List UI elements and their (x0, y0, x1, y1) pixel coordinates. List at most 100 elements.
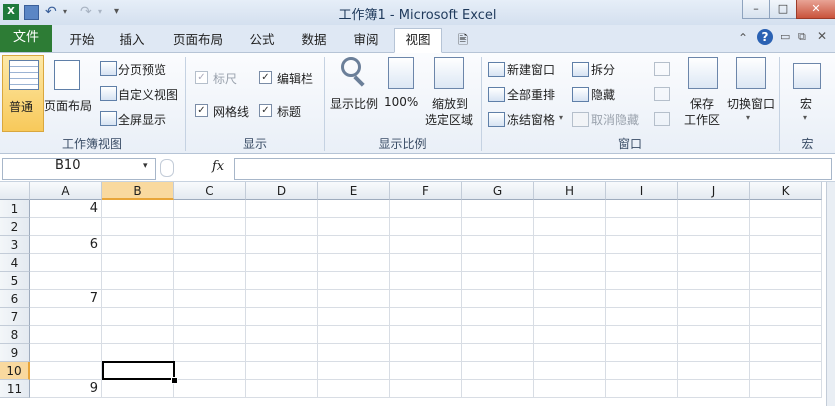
tab-page-layout[interactable]: 页面布局 (165, 29, 231, 51)
cell-b7[interactable] (102, 308, 174, 326)
cell-f9[interactable] (390, 344, 462, 362)
cell-j7[interactable] (678, 308, 750, 326)
select-all-corner[interactable] (0, 182, 30, 200)
workbook-restore-icon[interactable]: ⧉ (798, 30, 806, 44)
cell-a9[interactable] (30, 344, 102, 362)
close-button[interactable]: ✕ (796, 0, 835, 19)
save-workspace-label-1[interactable]: 保存 (690, 95, 714, 112)
cell-e10[interactable] (318, 362, 390, 380)
cell-e8[interactable] (318, 326, 390, 344)
active-cell-border[interactable] (102, 361, 175, 380)
cell-g9[interactable] (462, 344, 534, 362)
cell-h3[interactable] (534, 236, 606, 254)
cell-g11[interactable] (462, 380, 534, 398)
cell-g8[interactable] (462, 326, 534, 344)
row-header-1[interactable]: 1 (0, 200, 30, 218)
cell-b2[interactable] (102, 218, 174, 236)
row-header-4[interactable]: 4 (0, 254, 30, 272)
cell-h8[interactable] (534, 326, 606, 344)
column-header-a[interactable]: A (30, 182, 102, 200)
cell-k2[interactable] (750, 218, 822, 236)
column-header-b[interactable]: B (102, 182, 174, 200)
cell-f3[interactable] (390, 236, 462, 254)
macros-button[interactable]: 宏 (800, 95, 812, 112)
cell-f4[interactable] (390, 254, 462, 272)
formula-bar-checkbox[interactable]: ✓ (259, 71, 272, 84)
row-header-3[interactable]: 3 (0, 236, 30, 254)
insert-function-button[interactable]: fx (212, 159, 224, 174)
cell-i6[interactable] (606, 290, 678, 308)
cell-a4[interactable] (30, 254, 102, 272)
cell-a1[interactable]: 4 (30, 200, 102, 218)
tab-formulas[interactable]: 公式 (240, 29, 284, 51)
tab-insert[interactable]: 插入 (110, 29, 154, 51)
cell-f8[interactable] (390, 326, 462, 344)
cell-a8[interactable] (30, 326, 102, 344)
cell-d1[interactable] (246, 200, 318, 218)
cell-i8[interactable] (606, 326, 678, 344)
cell-j10[interactable] (678, 362, 750, 380)
cell-d6[interactable] (246, 290, 318, 308)
cell-e7[interactable] (318, 308, 390, 326)
cell-i2[interactable] (606, 218, 678, 236)
row-header-6[interactable]: 6 (0, 290, 30, 308)
cell-f5[interactable] (390, 272, 462, 290)
zoom-selection-label-2[interactable]: 选定区域 (425, 111, 473, 128)
cell-a11[interactable]: 9 (30, 380, 102, 398)
column-header-f[interactable]: F (390, 182, 462, 200)
cell-a2[interactable] (30, 218, 102, 236)
cell-i9[interactable] (606, 344, 678, 362)
save-workspace-label-2[interactable]: 工作区 (684, 111, 720, 128)
cell-a6[interactable]: 7 (30, 290, 102, 308)
cell-k10[interactable] (750, 362, 822, 380)
cell-h5[interactable] (534, 272, 606, 290)
cell-h9[interactable] (534, 344, 606, 362)
cell-c8[interactable] (174, 326, 246, 344)
cell-d11[interactable] (246, 380, 318, 398)
cell-j5[interactable] (678, 272, 750, 290)
row-header-11[interactable]: 11 (0, 380, 30, 398)
tab-home[interactable]: 开始 (60, 29, 104, 51)
cell-c5[interactable] (174, 272, 246, 290)
cell-h4[interactable] (534, 254, 606, 272)
row-header-7[interactable]: 7 (0, 308, 30, 326)
cell-j11[interactable] (678, 380, 750, 398)
cell-k6[interactable] (750, 290, 822, 308)
cell-c1[interactable] (174, 200, 246, 218)
cell-i11[interactable] (606, 380, 678, 398)
cell-k9[interactable] (750, 344, 822, 362)
workbook-minimize-icon[interactable]: ▭ (780, 30, 790, 43)
cell-e4[interactable] (318, 254, 390, 272)
cell-g6[interactable] (462, 290, 534, 308)
column-header-j[interactable]: J (678, 182, 750, 200)
cell-i7[interactable] (606, 308, 678, 326)
cell-i1[interactable] (606, 200, 678, 218)
cell-k11[interactable] (750, 380, 822, 398)
cell-g4[interactable] (462, 254, 534, 272)
page-break-preview-button[interactable]: 分页预览 (118, 61, 166, 78)
cell-b9[interactable] (102, 344, 174, 362)
cell-j6[interactable] (678, 290, 750, 308)
hide-button[interactable]: 隐藏 (591, 86, 615, 103)
cell-k8[interactable] (750, 326, 822, 344)
cell-c3[interactable] (174, 236, 246, 254)
cell-d9[interactable] (246, 344, 318, 362)
worksheet-grid[interactable]: A B C D E F G H I J K 1 4 2 3 6 4 5 6 7 7 8 9 10 11 9 (0, 182, 830, 406)
maximize-button[interactable]: □ (769, 0, 797, 19)
cell-e3[interactable] (318, 236, 390, 254)
cell-g7[interactable] (462, 308, 534, 326)
tab-review[interactable]: 审阅 (344, 29, 388, 51)
cell-e5[interactable] (318, 272, 390, 290)
row-header-9[interactable]: 9 (0, 344, 30, 362)
cell-f2[interactable] (390, 218, 462, 236)
cell-i3[interactable] (606, 236, 678, 254)
cell-f11[interactable] (390, 380, 462, 398)
cell-c4[interactable] (174, 254, 246, 272)
cell-h1[interactable] (534, 200, 606, 218)
cell-d7[interactable] (246, 308, 318, 326)
row-header-2[interactable]: 2 (0, 218, 30, 236)
minimize-button[interactable]: – (742, 0, 770, 19)
column-header-i[interactable]: I (606, 182, 678, 200)
cell-d2[interactable] (246, 218, 318, 236)
cell-g2[interactable] (462, 218, 534, 236)
